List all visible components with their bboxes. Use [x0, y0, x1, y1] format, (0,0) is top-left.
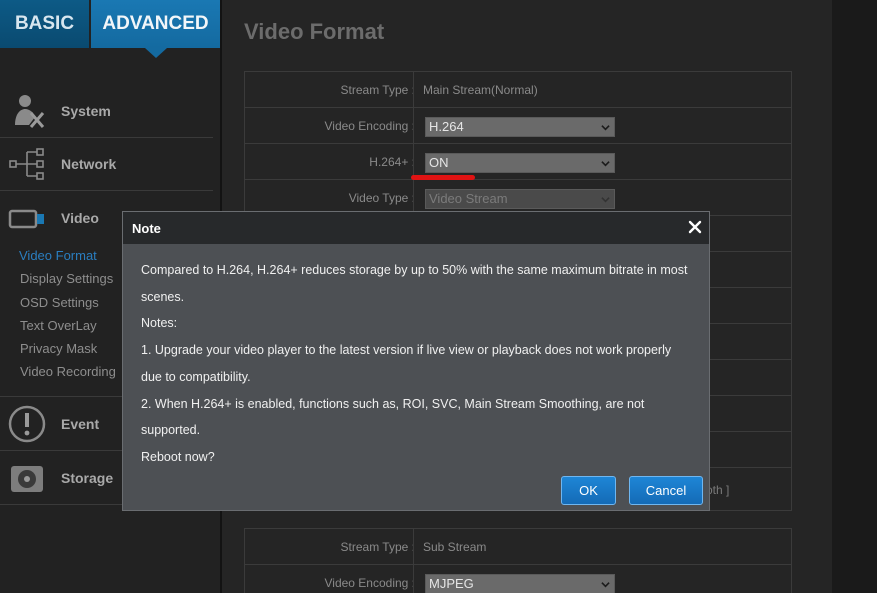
h264plus-label: H.264+ : [369, 155, 415, 169]
submenu-item-display-settings[interactable]: Display Settings [20, 271, 113, 286]
message-line: scenes. [141, 289, 185, 304]
submenu-item-osd-settings[interactable]: OSD Settings [20, 295, 99, 310]
sub-stream-type-value: Sub Stream [423, 540, 487, 554]
sub-video-encoding-label: Video Encoding : [324, 576, 415, 590]
system-tools-icon [6, 90, 48, 132]
submenu-item-privacy-mask[interactable]: Privacy Mask [20, 341, 97, 356]
storage-disk-icon [6, 457, 48, 499]
chevron-down-icon [601, 161, 610, 167]
tab-basic[interactable]: BASIC [0, 0, 89, 48]
note-dialog: Note Compared to H.264, H.264+ reduces s… [122, 211, 710, 511]
dialog-message: Compared to H.264, H.264+ reduces storag… [141, 257, 701, 471]
video-type-value: Video Stream [429, 191, 508, 206]
stream-type-value: Main Stream(Normal) [423, 83, 538, 97]
submenu-item-video-format[interactable]: Video Format [19, 248, 97, 263]
video-encoding-value: H.264 [429, 119, 464, 134]
sidebar-item-label: Video [61, 210, 99, 226]
message-line: Compared to H.264, H.264+ reduces storag… [141, 263, 688, 277]
chevron-down-icon [601, 582, 610, 588]
video-type-label: Video Type : [348, 191, 415, 205]
highlight-underline [411, 175, 475, 180]
mode-tabbar: BASIC ADVANCED [0, 0, 220, 48]
page-title: Video Format [244, 19, 385, 44]
dialog-title: Note [132, 221, 161, 236]
message-line: Notes: [141, 316, 178, 331]
network-tree-icon [6, 143, 48, 185]
chevron-down-icon [601, 125, 610, 131]
message-line: Reboot now? [141, 449, 215, 464]
sidebar-item-label: Network [61, 156, 117, 172]
ok-button[interactable]: OK [561, 476, 616, 505]
menu-divider [0, 190, 213, 191]
sidebar-item-system[interactable]: System [0, 85, 220, 137]
sub-video-encoding-value: MJPEG [429, 576, 474, 591]
right-gutter [832, 0, 877, 593]
form-row-stream-type: Stream Type : Main Stream(Normal) [245, 72, 791, 108]
video-encoding-label: Video Encoding : [324, 119, 415, 133]
message-line: due to compatibility. [141, 369, 251, 384]
submenu-item-text-overlay[interactable]: Text OverLay [20, 318, 97, 333]
tab-advanced[interactable]: ADVANCED [91, 0, 220, 48]
alert-icon [6, 403, 48, 445]
sub-stream-type-label: Stream Type : [340, 540, 415, 554]
video-encoding-select[interactable]: H.264 [425, 117, 615, 137]
video-camera-icon [6, 197, 48, 239]
column-separator [413, 72, 414, 108]
message-line: supported. [141, 423, 201, 438]
sidebar-item-label: Event [61, 416, 100, 432]
sub-video-encoding-select[interactable]: MJPEG [425, 574, 615, 593]
submenu-item-video-recording[interactable]: Video Recording [20, 364, 116, 379]
cancel-button[interactable]: Cancel [629, 476, 703, 505]
form-row-sub-video-encoding: Video Encoding : MJPEG [245, 565, 791, 593]
form-row-h264plus: H.264+ : ON [245, 144, 791, 180]
active-tab-pointer [145, 48, 167, 58]
form-row-video-encoding: Video Encoding : H.264 [245, 108, 791, 144]
column-separator [413, 565, 414, 593]
sidebar-item-label: System [61, 103, 111, 119]
sub-stream-form: Stream Type : Sub Stream Video Encoding … [244, 528, 792, 593]
close-icon[interactable] [688, 220, 702, 234]
message-line: 2. When H.264+ is enabled, functions suc… [141, 396, 645, 411]
form-row-sub-stream-type: Stream Type : Sub Stream [245, 529, 791, 565]
video-type-select[interactable]: Video Stream [425, 189, 615, 209]
column-separator [413, 108, 414, 144]
chevron-down-icon [601, 197, 610, 203]
h264plus-select[interactable]: ON [425, 153, 615, 173]
sidebar-item-network[interactable]: Network [0, 138, 220, 190]
message-line: 1. Upgrade your video player to the late… [141, 343, 672, 358]
column-separator [413, 529, 414, 565]
dialog-header: Note [123, 212, 709, 244]
sidebar-item-label: Storage [61, 470, 114, 486]
h264plus-value: ON [429, 155, 449, 170]
stream-type-label: Stream Type : [340, 83, 415, 97]
